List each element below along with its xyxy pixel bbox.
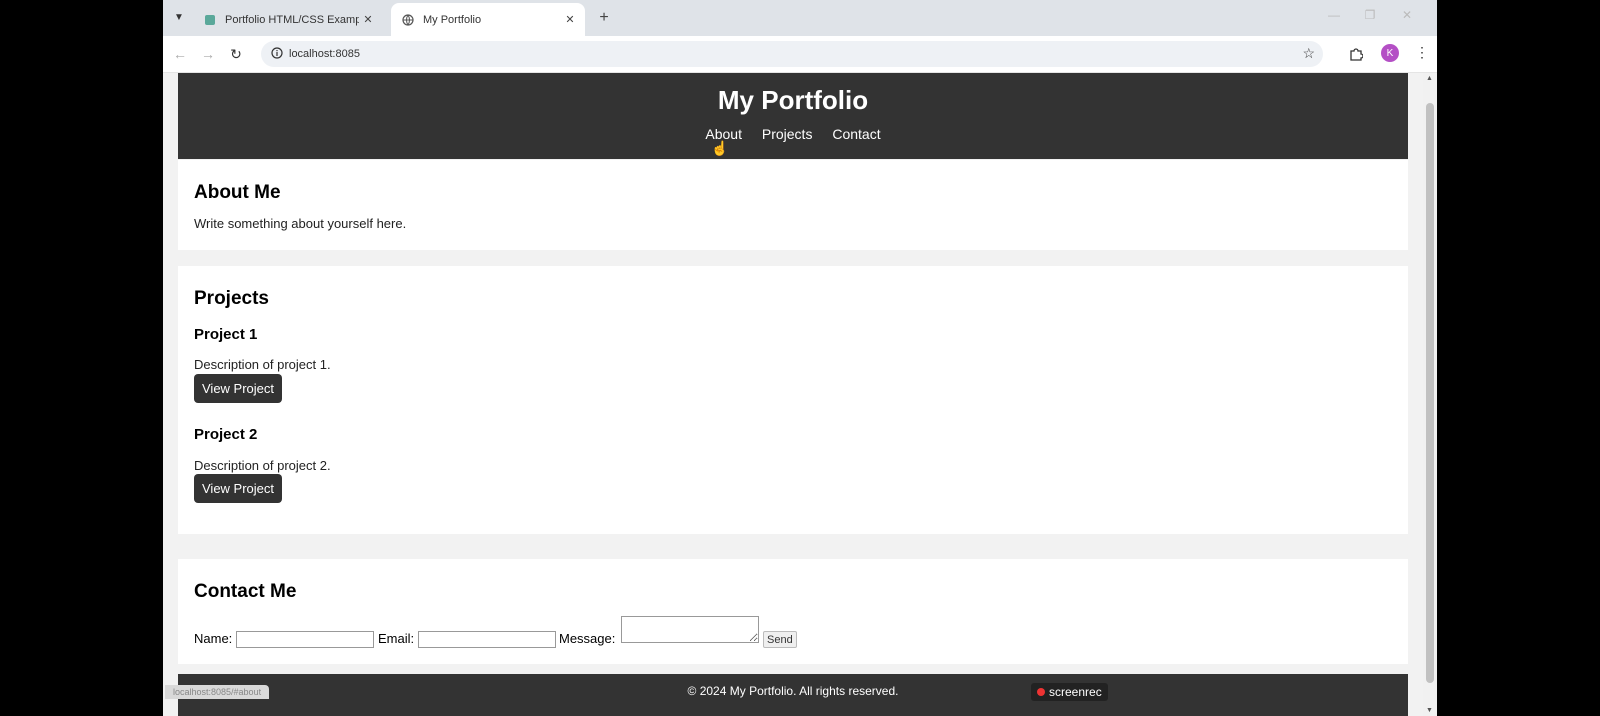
profile-avatar[interactable]: K xyxy=(1381,44,1399,62)
page-viewport: My Portfolio About Projects Contact ☝ Ab… xyxy=(163,73,1423,716)
tab-strip: ▼ Portfolio HTML/CSS Example ✕ My Portfo… xyxy=(163,0,1437,36)
restore-icon[interactable]: ❐ xyxy=(1359,8,1381,22)
bookmark-star-icon[interactable]: ☆ xyxy=(1302,45,1315,62)
project-1-title: Project 1 xyxy=(194,326,258,343)
address-bar[interactable]: ☆ xyxy=(261,41,1323,67)
site-footer: © 2024 My Portfolio. All rights reserved… xyxy=(178,674,1408,716)
back-arrow-icon[interactable]: ← xyxy=(169,44,191,64)
screenrec-label: screenrec xyxy=(1049,685,1102,699)
view-project-1-button[interactable]: View Project xyxy=(194,374,283,403)
about-text: Write something about yourself here. xyxy=(194,216,407,231)
extensions-puzzle-icon[interactable] xyxy=(1345,44,1367,64)
email-label: Email: xyxy=(378,631,415,646)
site-info-icon[interactable] xyxy=(269,45,285,61)
tab-search-chevron-icon[interactable]: ▼ xyxy=(167,6,191,28)
send-button[interactable]: Send xyxy=(763,631,797,648)
close-icon[interactable]: ✕ xyxy=(561,11,579,29)
menu-kebab-icon[interactable]: ⋮ xyxy=(1415,44,1429,61)
name-label: Name: xyxy=(194,631,233,646)
about-section: About Me Write something about yourself … xyxy=(178,160,1408,250)
status-bar-url: localhost:8085/#about xyxy=(165,685,270,699)
projects-heading: Projects xyxy=(194,288,269,309)
tab-title: My Portfolio xyxy=(423,13,482,26)
projects-section: Projects Project 1 Description of projec… xyxy=(178,266,1408,534)
close-icon[interactable]: ✕ xyxy=(359,11,377,29)
message-textarea[interactable] xyxy=(621,616,759,643)
hand-cursor-icon: ☝ xyxy=(711,140,729,156)
nav-link-projects[interactable]: Projects xyxy=(762,126,813,142)
close-window-icon[interactable]: ✕ xyxy=(1396,8,1418,22)
site-title: My Portfolio xyxy=(717,85,869,115)
footer-text: © 2024 My Portfolio. All rights reserved… xyxy=(687,684,899,698)
browser-window: ▼ Portfolio HTML/CSS Example ✕ My Portfo… xyxy=(163,0,1437,716)
reload-icon[interactable]: ↻ xyxy=(225,44,247,64)
page-scrollbar[interactable]: ▲ ▼ xyxy=(1423,73,1437,716)
nav-link-contact[interactable]: Contact xyxy=(832,126,880,142)
new-tab-plus-icon[interactable]: + xyxy=(593,8,615,28)
tab-portfolio-example[interactable]: Portfolio HTML/CSS Example ✕ xyxy=(193,3,383,36)
forward-arrow-icon[interactable]: → xyxy=(197,44,219,64)
site-header: My Portfolio About Projects Contact xyxy=(178,73,1408,159)
scroll-down-arrow-icon[interactable]: ▼ xyxy=(1426,707,1433,714)
site-nav: About Projects Contact xyxy=(178,126,1408,142)
url-input[interactable] xyxy=(289,44,1189,64)
message-label: Message: xyxy=(559,631,616,646)
view-project-2-button[interactable]: View Project xyxy=(194,474,283,503)
contact-heading: Contact Me xyxy=(194,581,297,602)
name-input[interactable] xyxy=(236,631,374,648)
email-input[interactable] xyxy=(418,631,556,648)
tab-my-portfolio[interactable]: My Portfolio ✕ xyxy=(391,3,585,36)
record-dot-icon xyxy=(1037,688,1045,696)
minimize-icon[interactable]: — xyxy=(1323,8,1345,22)
globe-icon xyxy=(401,13,415,27)
contact-section: Contact Me Name: Email: Message: Send xyxy=(178,559,1408,664)
browser-toolbar: ← → ↻ ☆ K ⋮ xyxy=(163,36,1437,73)
scrollbar-thumb[interactable] xyxy=(1426,103,1434,683)
scroll-up-arrow-icon[interactable]: ▲ xyxy=(1426,75,1433,82)
project-2-description: Description of project 2. xyxy=(194,458,331,473)
tab-title: Portfolio HTML/CSS Example xyxy=(225,13,359,26)
screenrec-watermark: screenrec xyxy=(1031,683,1108,701)
project-2-title: Project 2 xyxy=(194,426,258,443)
project-1-description: Description of project 1. xyxy=(194,357,331,372)
doc-favicon-icon xyxy=(203,13,217,27)
about-heading: About Me xyxy=(194,182,281,203)
